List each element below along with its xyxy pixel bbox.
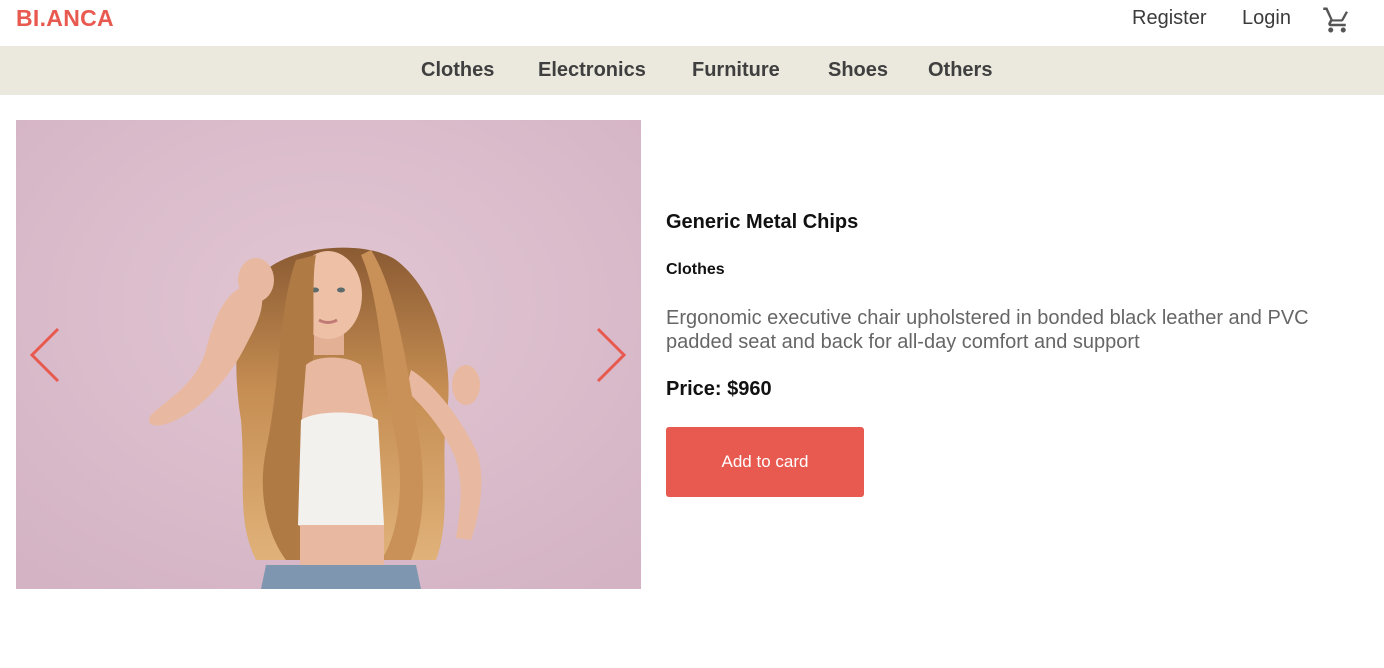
chevron-right-icon[interactable] [594, 326, 628, 384]
top-header: BI.ANCA Register Login [0, 0, 1384, 46]
product-photo [16, 120, 641, 589]
product-title: Generic Metal Chips [666, 211, 859, 233]
category-nav: Clothes Electronics Furniture Shoes Othe… [0, 46, 1384, 95]
category-link-electronics[interactable]: Electronics [538, 59, 646, 82]
category-link-others[interactable]: Others [928, 59, 992, 82]
product-price: Price: $960 [666, 378, 772, 400]
add-to-cart-button[interactable]: Add to card [666, 427, 864, 497]
site-logo[interactable]: BI.ANCA [16, 5, 114, 32]
product-image-slider [16, 120, 641, 589]
product-description: Ergonomic executive chair upholstered in… [666, 307, 1309, 353]
category-link-shoes[interactable]: Shoes [828, 59, 888, 82]
login-link[interactable]: Login [1242, 7, 1291, 30]
product-category: Clothes [666, 261, 725, 278]
category-link-furniture[interactable]: Furniture [692, 59, 780, 82]
cart-icon[interactable] [1322, 5, 1352, 35]
register-link[interactable]: Register [1132, 7, 1206, 30]
category-link-clothes[interactable]: Clothes [421, 59, 494, 82]
chevron-left-icon[interactable] [28, 326, 62, 384]
